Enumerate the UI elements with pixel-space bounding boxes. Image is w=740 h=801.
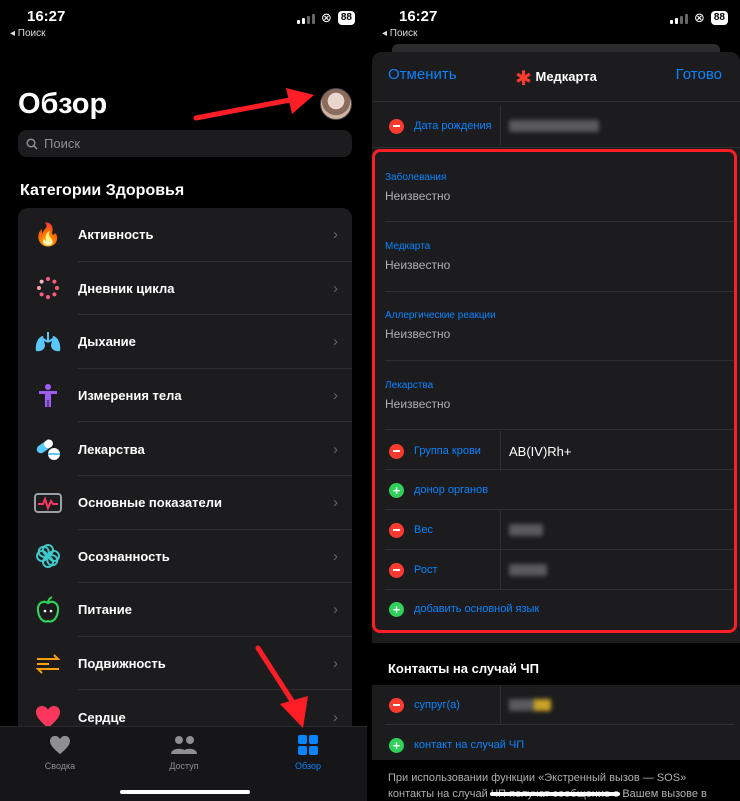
column-divider (500, 106, 501, 146)
chevron-right-icon: › (333, 333, 338, 351)
annotation-arrow-avatar (193, 88, 314, 121)
category-label: Активность (78, 227, 154, 243)
sheet-nav-bar: ✱ Медкарта Отменить Готово (372, 66, 740, 92)
heart-outline-icon (20, 735, 100, 759)
category-breathing[interactable]: Дыхание › (18, 315, 352, 369)
sheet-stack-edge (392, 44, 720, 52)
status-time: 16:27 (27, 8, 66, 25)
category-label: Дыхание (78, 334, 136, 350)
back-to-search-link[interactable]: ◂ Поиск (382, 28, 418, 39)
birthdate-row[interactable]: Дата рождения (372, 106, 740, 146)
mobility-arrows-icon (18, 652, 78, 676)
category-cycle[interactable]: Дневник цикла › (18, 262, 352, 316)
emergency-contacts-title: Контакты на случай ЧП (388, 661, 540, 676)
add-emergency-contact-row[interactable]: контакт на случай ЧП (372, 737, 740, 753)
chevron-right-icon: › (333, 708, 338, 726)
category-label: Основные показатели (78, 495, 222, 511)
asterisk-icon: ✱ (515, 68, 532, 90)
tab-label: Доступ (169, 761, 199, 771)
chevron-right-icon: › (333, 387, 338, 405)
add-contact-label: контакт на случай ЧП (414, 739, 525, 751)
profile-avatar[interactable] (320, 88, 352, 120)
divider (372, 147, 740, 148)
remove-birthdate-icon[interactable] (389, 118, 404, 134)
redacted-value (509, 120, 599, 132)
grid-icon (268, 735, 348, 759)
home-indicator (120, 790, 250, 794)
category-label: Измерения тела (78, 388, 182, 404)
category-label: Сердце (78, 709, 126, 725)
category-label: Подвижность (78, 656, 166, 672)
chevron-right-icon: › (333, 279, 338, 297)
people-icon (144, 735, 224, 759)
status-bar: 16:27 ◂ Поиск ⊗ 88 (372, 0, 740, 44)
done-button[interactable]: Готово (676, 66, 722, 83)
highlight-frame (372, 149, 737, 633)
health-overview-screen: 16:27 ◂ Поиск ⊗ 88 Обзор Поиск Категории… (0, 0, 367, 801)
category-body-measurements[interactable]: Измерения тела › (18, 369, 352, 423)
tab-summary[interactable]: Сводка (20, 735, 100, 771)
vitals-icon (18, 492, 78, 514)
birthdate-label: Дата рождения (414, 120, 492, 132)
apple-icon (18, 596, 78, 624)
chevron-right-icon: › (333, 601, 338, 619)
category-label: Питание (78, 602, 133, 618)
tab-sharing[interactable]: Доступ (144, 735, 224, 771)
remove-contact-icon[interactable] (389, 697, 404, 713)
back-to-search-link[interactable]: ◂ Поиск (10, 28, 46, 39)
home-indicator (490, 792, 620, 796)
status-bar: 16:27 ◂ Поиск ⊗ 88 (0, 0, 367, 44)
search-placeholder: Поиск (44, 136, 81, 151)
link-icon: ⊗ (693, 10, 705, 25)
redacted-value (509, 699, 551, 711)
pills-icon (18, 437, 78, 461)
flame-icon: 🔥 (34, 221, 62, 247)
signal-icon (296, 13, 315, 24)
lungs-icon (18, 330, 78, 354)
category-medications[interactable]: Лекарства › (18, 422, 352, 476)
category-label: Осознанность (78, 548, 170, 564)
search-icon (26, 137, 38, 150)
tab-label: Сводка (44, 761, 76, 771)
column-divider (500, 685, 501, 725)
cycle-dots-icon (18, 276, 78, 300)
category-mindfulness[interactable]: Осознанность › (18, 530, 352, 584)
battery-indicator: 88 (710, 11, 728, 25)
mindfulness-icon (18, 542, 78, 570)
spouse-contact-row[interactable]: супруг(а) (372, 685, 740, 725)
category-activity[interactable]: 🔥 Активность › (18, 208, 352, 262)
divider (385, 724, 734, 725)
categories-list: 🔥 Активность › Дневник цикла › Дыхание ›… (18, 208, 352, 744)
medical-id-screen: 16:27 ◂ Поиск ⊗ 88 ✱ Медкарта Отменить Г… (372, 0, 740, 801)
section-title: Категории Здоровья (20, 182, 185, 199)
tab-label: Обзор (295, 761, 321, 771)
status-icons: ⊗ 88 (669, 10, 728, 26)
signal-icon (669, 13, 688, 24)
tab-bar: Сводка Доступ Обзор (0, 726, 367, 801)
tab-browse[interactable]: Обзор (268, 735, 348, 771)
chevron-right-icon: › (333, 655, 338, 673)
divider (372, 101, 740, 102)
category-vitals[interactable]: Основные показатели › (18, 476, 352, 530)
add-contact-icon[interactable] (389, 737, 404, 753)
sheet-title-text: Медкарта (535, 69, 597, 84)
status-icons: ⊗ 88 (296, 10, 355, 26)
search-field[interactable]: Поиск (18, 130, 352, 157)
category-label: Дневник цикла (78, 280, 175, 296)
page-title: Обзор (18, 88, 108, 120)
chevron-right-icon: › (333, 226, 338, 244)
chevron-right-icon: › (333, 494, 338, 512)
battery-indicator: 88 (337, 11, 355, 25)
category-nutrition[interactable]: Питание › (18, 583, 352, 637)
category-label: Лекарства (78, 441, 145, 457)
link-icon: ⊗ (320, 10, 332, 25)
status-time: 16:27 (399, 8, 438, 25)
category-mobility[interactable]: Подвижность › (18, 637, 352, 691)
sos-footer-text: При использовании функции «Экстренный вы… (388, 772, 707, 800)
spouse-label: супруг(а) (414, 699, 460, 711)
chevron-right-icon: › (333, 440, 338, 458)
cancel-button[interactable]: Отменить (388, 66, 457, 83)
body-figure-icon (18, 383, 78, 409)
chevron-right-icon: › (333, 547, 338, 565)
